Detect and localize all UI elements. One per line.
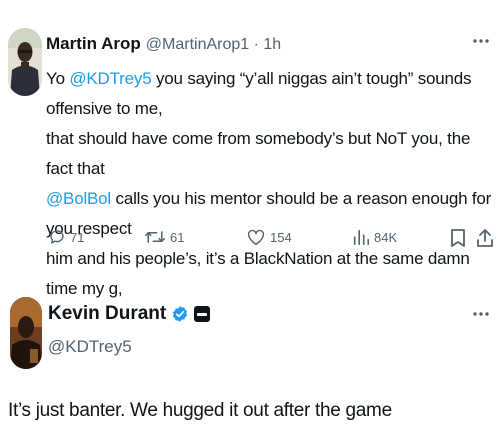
share-button[interactable]	[476, 228, 494, 248]
like-button[interactable]: 154	[246, 228, 292, 246]
avatar[interactable]	[10, 297, 42, 369]
verified-badge-icon	[173, 306, 188, 322]
share-icon	[477, 229, 493, 247]
tweet-header: Martin Arop @MartinArop1 · 1h	[46, 34, 281, 54]
tweet-kevin-durant[interactable]: Kevin Durant @KDTrey5 It’s just banter. …	[0, 285, 500, 440]
more-dots-icon[interactable]	[472, 307, 490, 321]
author-name[interactable]: Kevin Durant	[48, 303, 166, 325]
tweet-header: Kevin Durant	[48, 303, 211, 325]
views-button[interactable]: 84K	[352, 228, 397, 246]
author-handle[interactable]: @KDTrey5	[48, 337, 132, 357]
retweet-icon	[144, 231, 166, 243]
author-handle-time[interactable]: @MartinArop1 · 1h	[146, 36, 281, 54]
avatar[interactable]	[8, 28, 42, 96]
heart-icon	[247, 229, 265, 246]
affiliate-badge-icon	[194, 306, 211, 322]
tweet-text: It’s just banter. We hugged it out after…	[8, 400, 392, 421]
avatar-photo	[8, 28, 42, 96]
tweet-text: Yo @KDTrey5 you saying “y’all niggas ain…	[46, 64, 494, 304]
like-count: 154	[270, 229, 292, 245]
mention-link[interactable]: @KDTrey5	[69, 69, 151, 88]
avatar-photo	[10, 297, 42, 369]
views-count: 84K	[374, 229, 398, 245]
views-chart-icon	[353, 229, 370, 246]
retweet-button[interactable]: 61	[144, 228, 184, 246]
bookmark-button[interactable]	[450, 228, 466, 248]
retweet-count: 61	[170, 229, 185, 245]
comment-icon	[50, 230, 64, 244]
bookmark-icon	[451, 229, 465, 247]
more-dots-icon[interactable]	[472, 34, 490, 48]
tweet-line: that should have come from somebody’s bu…	[46, 129, 471, 178]
author-name[interactable]: Martin Arop	[46, 34, 141, 54]
reply-count: 71	[70, 229, 85, 245]
reply-button[interactable]: 71	[48, 228, 84, 246]
tweet-actions: 71 61 154 84K	[46, 228, 496, 252]
tweet-line: Yo @KDTrey5 you saying “y’all niggas ain…	[46, 69, 472, 118]
mention-link[interactable]: @BolBol	[46, 189, 111, 208]
tweet-martin-arop[interactable]: Martin Arop @MartinArop1 · 1h Yo @KDTrey…	[0, 0, 500, 298]
